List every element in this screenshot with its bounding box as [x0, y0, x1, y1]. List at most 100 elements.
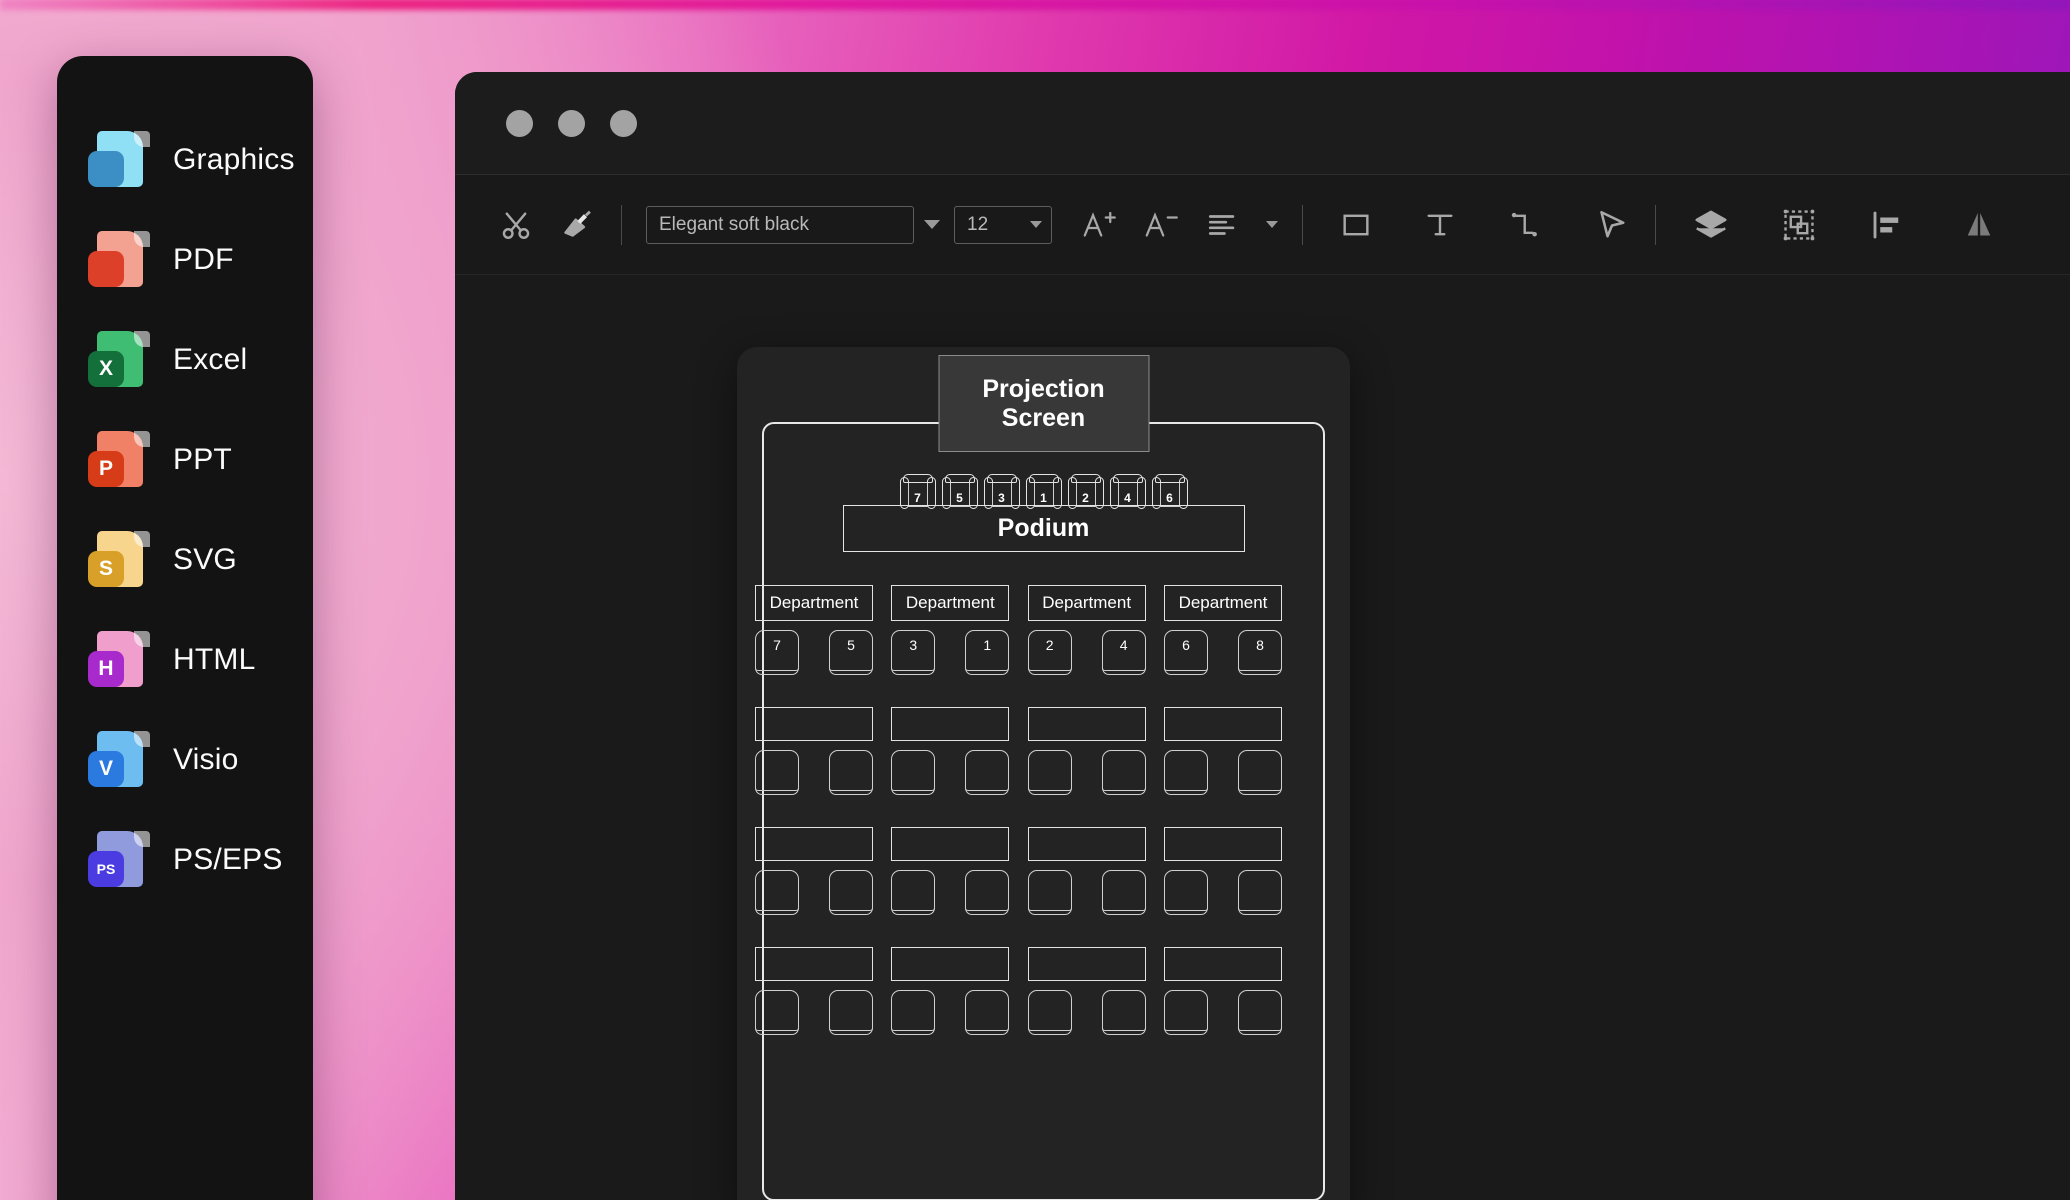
podium-chair[interactable]: 4	[1109, 474, 1146, 509]
seat-chair[interactable]	[1101, 990, 1146, 1035]
projection-screen-shape[interactable]: Projection Screen	[938, 355, 1149, 452]
podium-chair[interactable]: 1	[1025, 474, 1062, 509]
department-table[interactable]	[1027, 947, 1146, 981]
seating-row	[755, 827, 1282, 915]
increase-font-size-icon[interactable]	[1068, 194, 1130, 256]
chair-number: 1	[983, 637, 992, 653]
align-left-icon[interactable]	[1856, 194, 1918, 256]
department-table[interactable]: Department	[1163, 585, 1282, 621]
layers-icon[interactable]	[1680, 194, 1742, 256]
sidebar-item-html[interactable]: H HTML	[57, 610, 313, 710]
connector-icon[interactable]	[1493, 194, 1555, 256]
seat-chair[interactable]	[891, 750, 936, 795]
chair-number: 3	[998, 490, 1005, 505]
mirror-flip-icon[interactable]	[1948, 194, 2010, 256]
podium-chair[interactable]: 2	[1067, 474, 1104, 509]
chair-number: 2	[1045, 637, 1054, 653]
seat-chair[interactable]	[1163, 870, 1208, 915]
chair-pair: 31	[891, 630, 1010, 675]
seat-chair[interactable]: 7	[755, 630, 799, 675]
sidebar-item-label: PPT	[173, 443, 232, 476]
department-table[interactable]	[891, 707, 1010, 741]
font-name-input[interactable]	[646, 205, 914, 244]
seat-chair[interactable]	[891, 990, 936, 1035]
seat-chair[interactable]	[1027, 990, 1072, 1035]
department-table[interactable]	[891, 947, 1010, 981]
sidebar-item-label: Visio	[173, 743, 239, 776]
seat-chair[interactable]	[1163, 750, 1208, 795]
text-align-icon[interactable]	[1192, 194, 1254, 256]
podium-chair[interactable]: 7	[899, 474, 936, 509]
seat-chair[interactable]: 4	[1101, 630, 1146, 675]
seat-chair[interactable]	[829, 870, 873, 915]
seat-chair[interactable]: 5	[829, 630, 873, 675]
department-table[interactable]	[755, 707, 873, 741]
department-table[interactable]	[891, 827, 1010, 861]
ppt-file-icon: P	[88, 429, 150, 491]
department-table[interactable]	[1027, 707, 1146, 741]
seat-chair[interactable]	[829, 750, 873, 795]
seat-chair[interactable]: 2	[1027, 630, 1072, 675]
seat-chair[interactable]	[1163, 990, 1208, 1035]
seat-chair[interactable]	[1237, 990, 1282, 1035]
seat-chair[interactable]	[1237, 870, 1282, 915]
visio-file-icon: V	[88, 729, 150, 791]
seating-group	[755, 827, 873, 915]
text-align-dropdown-button[interactable]	[1254, 206, 1290, 244]
sidebar-item-graphics[interactable]: Graphics	[57, 110, 313, 210]
department-table[interactable]	[1163, 947, 1282, 981]
font-name-dropdown-button[interactable]	[914, 206, 950, 244]
seat-chair[interactable]	[1237, 750, 1282, 795]
seat-chair[interactable]: 1	[965, 630, 1010, 675]
department-table[interactable]	[1027, 827, 1146, 861]
decrease-font-size-icon[interactable]	[1130, 194, 1192, 256]
seat-chair[interactable]	[965, 870, 1010, 915]
seat-chair[interactable]	[755, 990, 799, 1035]
seat-chair[interactable]	[965, 750, 1010, 795]
sidebar-item-ps-eps[interactable]: PS PS/EPS	[57, 810, 313, 910]
sidebar-item-visio[interactable]: V Visio	[57, 710, 313, 810]
podium-chair[interactable]: 6	[1151, 474, 1188, 509]
rectangle-shape-icon[interactable]	[1325, 194, 1387, 256]
font-size-select[interactable]: 12	[954, 205, 1052, 244]
department-table[interactable]	[755, 947, 873, 981]
diagram-canvas[interactable]: Projection Screen 7531246 Podium Departm…	[455, 275, 2070, 1200]
sidebar-item-svg[interactable]: S SVG	[57, 510, 313, 610]
department-table[interactable]	[1163, 707, 1282, 741]
seat-chair[interactable]: 3	[891, 630, 936, 675]
seat-chair[interactable]	[965, 990, 1010, 1035]
cut-icon[interactable]	[485, 194, 547, 256]
department-table[interactable]: Department	[755, 585, 873, 621]
podium-shape[interactable]: Podium	[842, 505, 1245, 552]
sidebar-item-ppt[interactable]: P PPT	[57, 410, 313, 510]
seat-chair[interactable]	[755, 750, 799, 795]
podium-chair[interactable]: 5	[941, 474, 978, 509]
department-table[interactable]	[755, 827, 873, 861]
seat-chair[interactable]	[1101, 750, 1146, 795]
podium-chair-row: 7 5 3 1 2 4 6	[899, 474, 1188, 509]
seat-chair[interactable]	[829, 990, 873, 1035]
format-painter-icon[interactable]	[547, 194, 609, 256]
minimize-button[interactable]	[558, 109, 585, 137]
sidebar-item-pdf[interactable]: PDF	[57, 210, 313, 310]
seat-chair[interactable]	[1027, 870, 1072, 915]
seat-chair[interactable]	[1101, 870, 1146, 915]
podium-chair[interactable]: 3	[983, 474, 1020, 509]
chair-pair	[1163, 750, 1282, 795]
text-box-icon[interactable]	[1409, 194, 1471, 256]
seat-chair[interactable]	[755, 870, 799, 915]
seat-chair[interactable]: 8	[1237, 630, 1282, 675]
seating-chart-card[interactable]: Projection Screen 7531246 Podium Departm…	[737, 347, 1350, 1200]
department-table[interactable]: Department	[891, 585, 1010, 621]
close-button[interactable]	[506, 109, 533, 137]
maximize-button[interactable]	[610, 109, 637, 137]
sidebar-item-excel[interactable]: X Excel	[57, 310, 313, 410]
department-table[interactable]: Department	[1027, 585, 1146, 621]
sidebar-item-label: HTML	[173, 643, 256, 676]
seat-chair[interactable]	[1027, 750, 1072, 795]
seat-chair[interactable]: 6	[1163, 630, 1208, 675]
department-table[interactable]	[1163, 827, 1282, 861]
pointer-select-icon[interactable]	[1581, 194, 1643, 256]
group-objects-icon[interactable]	[1768, 194, 1830, 256]
seat-chair[interactable]	[891, 870, 936, 915]
